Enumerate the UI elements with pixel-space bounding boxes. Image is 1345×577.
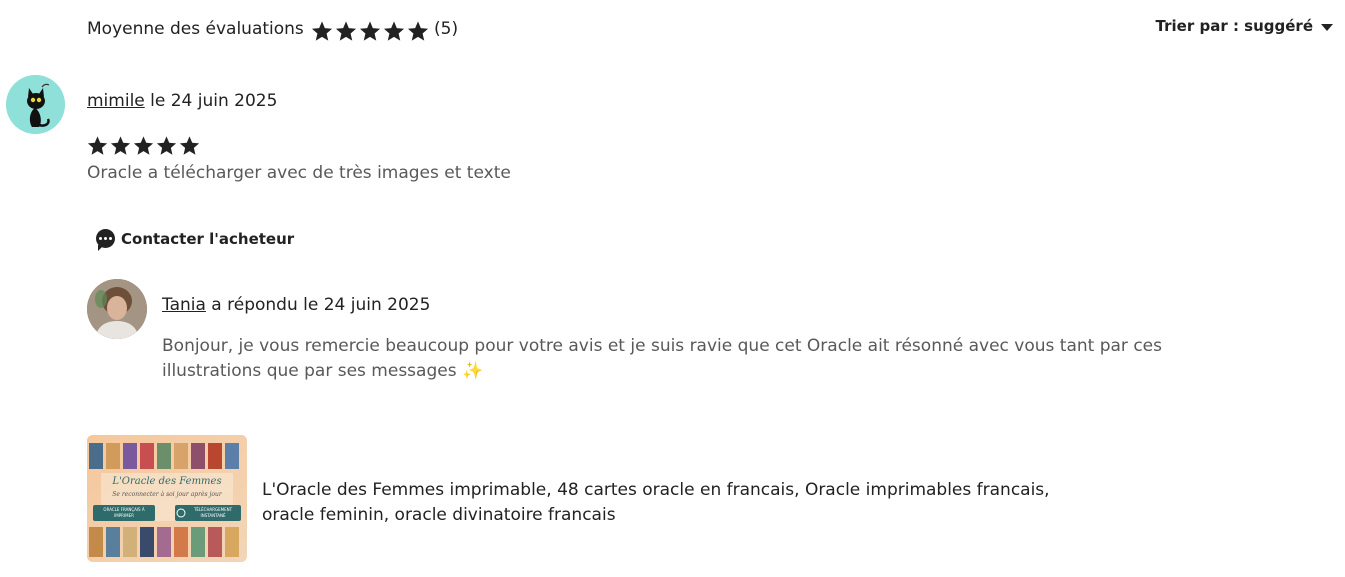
thumb-badge-right: TÉLÉCHARGEMENT INSTANTANÉ [193,507,233,518]
review-rating-stars [87,135,200,156]
review-text: Oracle a télécharger avec de très images… [87,163,511,183]
review-header: mimile le 24 juin 2025 [87,91,277,111]
star-icon [133,136,154,155]
star-icon [156,136,177,155]
reviewer-name-link[interactable]: mimile [87,91,145,111]
product-thumbnail[interactable]: L'Oracle des Femmes Se reconnecter à soi… [87,435,247,562]
seller-name-link[interactable]: Tania [162,295,206,315]
thumb-subtitle: Se reconnecter à soi jour après jour [112,491,222,498]
star-icon [383,21,405,41]
star-icon [407,21,429,41]
star-icon [179,136,200,155]
seller-avatar[interactable] [87,279,147,339]
contact-buyer-button[interactable]: Contacter l'acheteur [96,229,295,251]
caret-down-icon [1321,23,1333,31]
average-rating-label: Moyenne des évaluations [87,19,304,39]
review-date: le 24 juin 2025 [144,91,278,111]
reply-date: a répondu le 24 juin 2025 [205,295,431,315]
product-image [87,435,247,562]
chat-bubble-icon [96,229,115,251]
reply-header: Tania a répondu le 24 juin 2025 [162,295,430,315]
star-icon [87,136,108,155]
thumb-title: L'Oracle des Femmes [112,476,222,487]
star-icon [359,21,381,41]
star-icon [311,21,333,41]
average-rating-stars [311,20,429,42]
product-title-link[interactable]: L'Oracle des Femmes imprimable, 48 carte… [262,478,1062,528]
seller-photo-icon [87,279,147,339]
black-cat-icon [6,75,65,134]
star-icon [335,21,357,41]
reviewer-avatar[interactable] [6,75,65,134]
sort-dropdown[interactable]: Trier par : suggéré [1156,17,1333,35]
reply-text: Bonjour, je vous remercie beaucoup pour … [162,336,1162,381]
star-icon [110,136,131,155]
thumb-badge-left: ORACLE FRANÇAIS À IMPRIMER [103,507,145,518]
sort-label: Trier par : suggéré [1155,17,1313,35]
review-count: (5) [434,19,459,39]
contact-buyer-label: Contacter l'acheteur [121,229,295,248]
